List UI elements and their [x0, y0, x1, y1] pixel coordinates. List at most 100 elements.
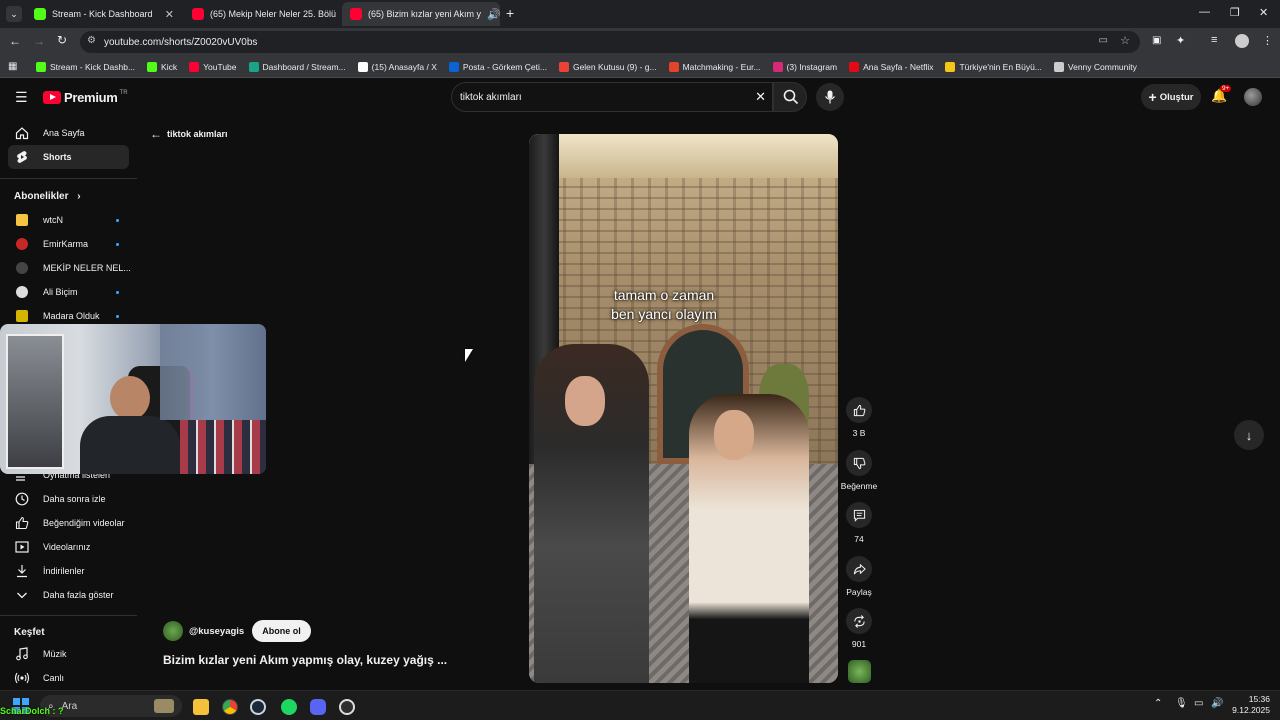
sidebar-item-watch-later[interactable]: Daha sonra izle [8, 487, 129, 511]
remix-button[interactable] [846, 608, 872, 634]
subscription-item[interactable]: Ali Biçim [8, 280, 129, 304]
bookmark-item[interactable]: Matchmaking - Eur... [668, 61, 761, 72]
bookmark-item[interactable]: (3) Instagram [772, 61, 837, 72]
microphone-tray-icon[interactable]: 🎙 [1175, 698, 1188, 709]
close-icon[interactable]: ✕ [336, 8, 340, 21]
search-input[interactable]: tiktok akımları ✕ [451, 82, 773, 112]
bookmark-item[interactable]: Kick [147, 61, 177, 72]
notifications-button[interactable]: 🔔 9+ [1211, 85, 1232, 106]
apps-grid-icon[interactable]: ▦ [8, 61, 17, 72]
shorts-video-player[interactable]: tamam o zaman ben yancı olayım [529, 134, 838, 683]
browser-tab-shorts[interactable]: (65) Bizim kızlar yeni Akım y 🔊 ✕ [342, 2, 500, 26]
install-icon[interactable]: ▭ [1099, 35, 1108, 46]
channel-avatar [16, 214, 28, 226]
sidebar-item-show-more[interactable]: Daha fazla göster [8, 583, 129, 607]
shorts-back-link[interactable]: ← tiktok akımları [150, 127, 228, 141]
bookmark-item[interactable]: Posta - Görkem Çeti... [448, 61, 547, 72]
extension-icon[interactable]: ▣ [1152, 35, 1161, 46]
channel-row: @kuseyagis Abone ol [163, 620, 311, 642]
new-content-dot [116, 315, 119, 318]
steam-icon[interactable] [250, 699, 266, 715]
reading-list-icon[interactable]: ≡ [1211, 34, 1217, 46]
like-button[interactable] [846, 397, 872, 423]
discord-icon[interactable] [310, 699, 326, 715]
tab-search-button[interactable]: ⌄ [6, 6, 22, 22]
notification-badge: 9+ [1220, 85, 1232, 92]
profile-avatar[interactable] [1235, 34, 1249, 48]
browser-tab-kick[interactable]: Stream - Kick Dashboard ✕ [26, 2, 182, 26]
clear-search-icon[interactable]: ✕ [755, 89, 766, 105]
subscription-item[interactable]: wtcN [8, 208, 129, 232]
channel-avatar[interactable] [163, 621, 183, 641]
sidebar-item-live[interactable]: Canlı [8, 666, 129, 690]
channel-handle[interactable]: @kuseyagis [189, 626, 244, 637]
site-info-icon[interactable]: ⚙ [87, 35, 96, 46]
puzzle-icon[interactable]: ✦ [1176, 34, 1185, 47]
plus-icon: + [1148, 89, 1157, 105]
hamburger-menu-icon[interactable]: ☰ [15, 89, 28, 106]
chrome-icon[interactable] [222, 699, 238, 715]
like-count: 3 B [852, 428, 866, 438]
windows-taskbar: ⌕ Ara ScharDolch : ? ⌃ 🎙 ▭ 🔊 15:36 9.12.… [0, 690, 1280, 720]
create-button[interactable]: + Oluştur [1141, 84, 1201, 110]
subscription-item[interactable]: MEKİP NELER NEL... [8, 256, 131, 280]
subscribe-button[interactable]: Abone ol [252, 620, 311, 642]
bookmark-favicon-icon [558, 61, 569, 72]
microphone-icon [825, 90, 835, 104]
dislike-button[interactable] [846, 450, 872, 476]
spotify-icon[interactable] [281, 699, 297, 715]
bookmark-favicon-icon [1053, 61, 1064, 72]
window-close-icon[interactable]: ✕ [1259, 6, 1268, 19]
forward-icon[interactable]: → [33, 34, 45, 48]
bed-image [180, 420, 266, 474]
bookmark-item[interactable]: Gelen Kutusu (9) - g... [558, 61, 657, 72]
bookmark-item[interactable]: YouTube [189, 61, 237, 72]
time-text: 15:36 [1248, 694, 1270, 704]
next-video-button[interactable]: ↓ [1234, 420, 1264, 450]
restore-icon[interactable]: ❐ [1230, 6, 1240, 19]
share-button[interactable] [846, 556, 872, 582]
sound-thumbnail[interactable] [848, 660, 871, 683]
bookmark-item[interactable]: Dashboard / Stream... [248, 61, 346, 72]
clock[interactable]: 15:36 9.12.2025 [1228, 694, 1270, 716]
address-row: ← → ↻ ⚙ youtube.com/shorts/Z0020vUV0bs ▭… [0, 28, 1280, 56]
search-button[interactable] [773, 82, 807, 112]
star-icon[interactable]: ☆ [1120, 34, 1130, 47]
obs-icon[interactable] [339, 699, 355, 715]
tray-chevron-up-icon[interactable]: ⌃ [1154, 698, 1162, 709]
close-icon[interactable]: ✕ [159, 8, 174, 21]
account-avatar[interactable] [1244, 88, 1262, 106]
bookmark-item[interactable]: Venny Community [1053, 61, 1137, 72]
bookmark-item[interactable]: Stream - Kick Dashb... [36, 61, 135, 72]
new-tab-button[interactable]: + [506, 5, 514, 21]
video-title[interactable]: Bizim kızlar yeni Akım yapmış olay, kuze… [163, 653, 447, 667]
subscription-item[interactable]: EmirKarma [8, 232, 129, 256]
sidebar-item-shorts[interactable]: Shorts [8, 145, 129, 169]
speaker-icon[interactable]: 🔊 [481, 8, 500, 21]
sidebar-item-music[interactable]: Müzik [8, 642, 129, 666]
sidebar-item-home[interactable]: Ana Sayfa [8, 121, 129, 145]
reload-icon[interactable]: ↻ [57, 33, 67, 47]
channel-avatar [16, 286, 28, 298]
minimize-icon[interactable]: — [1199, 6, 1210, 18]
bookmark-favicon-icon [357, 61, 368, 72]
voice-search-button[interactable] [816, 83, 844, 111]
browser-menu-icon[interactable]: ⋮ [1262, 34, 1273, 47]
sidebar-item-your-videos[interactable]: Videolarınız [8, 535, 129, 559]
back-icon[interactable]: ← [9, 34, 21, 48]
chevron-down-icon [17, 592, 27, 599]
sidebar-item-liked-videos[interactable]: Beğendiğim videolar [8, 511, 129, 535]
subscriptions-heading[interactable]: Abonelikler › [14, 191, 81, 202]
display-tray-icon[interactable]: ▭ [1194, 698, 1203, 709]
address-bar[interactable]: ⚙ youtube.com/shorts/Z0020vUV0bs ▭ ☆ [80, 31, 1140, 53]
youtube-logo[interactable]: Premium TR [43, 90, 128, 105]
bookmark-item[interactable]: (15) Anasayfa / X [357, 61, 437, 72]
comments-button[interactable] [846, 502, 872, 528]
bookmark-item[interactable]: Türkiye'nin En Büyü... [945, 61, 1042, 72]
search-query: tiktok akımları [460, 91, 522, 103]
browser-tab-mekip[interactable]: (65) Mekip Neler Neler 25. Bölü ✕ [184, 2, 340, 26]
file-explorer-icon[interactable] [193, 699, 209, 715]
bookmark-item[interactable]: Ana Sayfa - Netflix [849, 61, 933, 72]
sidebar-item-downloads[interactable]: İndirilenler [8, 559, 129, 583]
volume-tray-icon[interactable]: 🔊 [1211, 698, 1223, 709]
